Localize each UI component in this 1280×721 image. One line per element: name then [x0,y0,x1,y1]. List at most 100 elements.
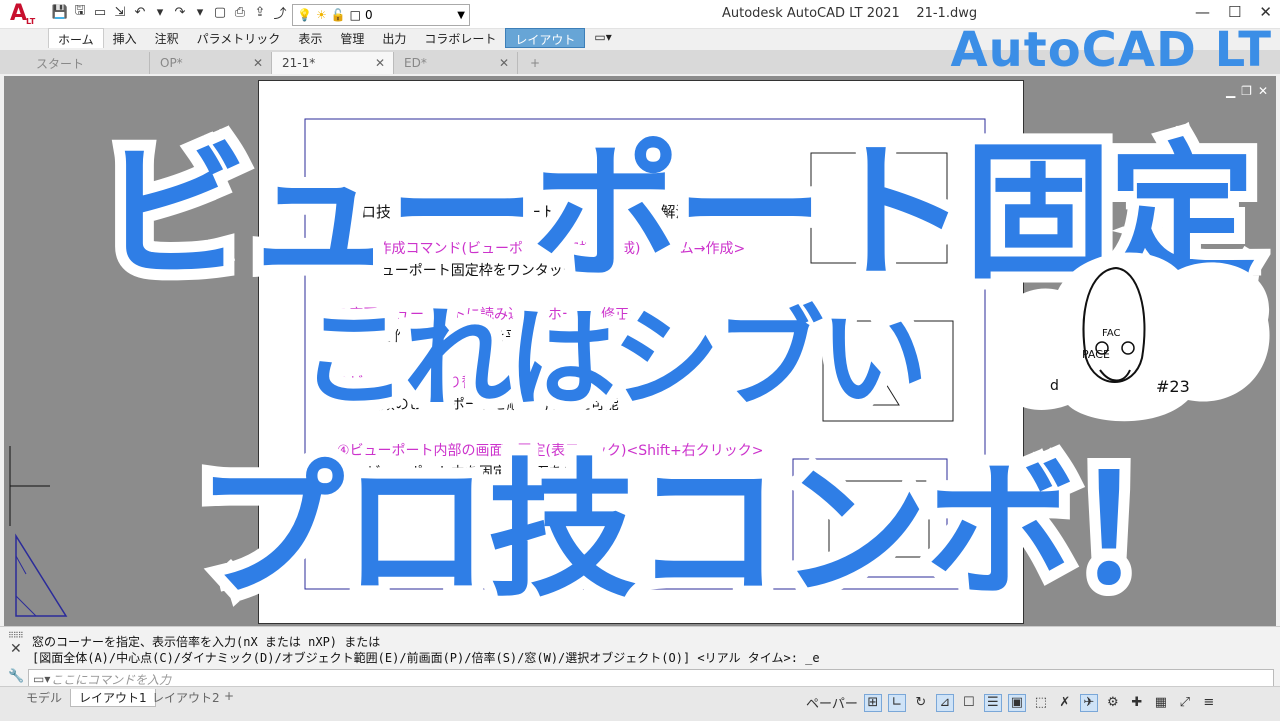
layout-paper[interactable]: 【プロ技コンボ！】ビューポートの固定はこれで解消！ ①境界作成コマンド(ビューポ… [258,80,1024,624]
doc-tab-label: ED* [404,56,427,70]
new-tab-button[interactable]: + [520,52,550,74]
autocad-logo[interactable]: A LT [10,1,38,27]
grid-icon[interactable]: ⊞ [863,693,882,712]
viewport-box [810,152,948,264]
lineweight-icon[interactable]: ☰ [983,693,1002,712]
layer-dropdown[interactable]: 💡 ☀ 🔓 □ 0 ▼ [292,4,470,26]
command-history-line: 窓のコーナーを指定、表示倍率を入力(nX または nXP) または [32,635,381,649]
close-icon[interactable]: ✕ [1258,84,1268,98]
doc-tab-start[interactable]: スタート [26,52,150,74]
plus-icon: + [530,56,541,70]
quick-access-toolbar: 💾 🖫 ▭ ⇲ ↶ ▾ ↷ ▾ ▢ ⎙ ⇪ ⤴ [52,3,288,22]
crosshair-icon[interactable]: ✚ [1128,694,1146,712]
drawing-canvas[interactable]: ▁ ❐ ✕ 【プロ技コンボ！】ビューポートの固定はこれで解消！ ①境界作成コマン… [4,76,1276,626]
annotation-scale-icon[interactable]: ✈ [1079,693,1098,712]
file-name: 21-1.dwg [916,6,978,21]
paper-heading: 【プロ技コンボ！】ビューポートの固定はこれで解消！ [331,203,706,221]
logo-sub: LT [26,17,36,26]
paper-line: ①境界作成コマンド(ビューポート固定枠の作成)<ホーム→作成> [337,241,745,257]
close-icon[interactable]: ✕ [1259,3,1272,21]
tab-manage[interactable]: 管理 [331,28,373,48]
viewport-box [828,480,930,558]
viewport-box [822,320,954,422]
lightbulb-icon: 💡 [297,8,312,22]
doc-tab-ed[interactable]: ED* ✕ [394,52,518,74]
paper-line: ③ビューポート切り替え<CTRL+R> [337,375,570,391]
wrench-icon[interactable]: 🔧 [8,669,24,684]
save-as-icon[interactable]: 🖫 [72,3,88,20]
tab-output[interactable]: 出力 [373,28,415,48]
tab-insert[interactable]: 挿入 [104,28,146,48]
doc-tab-21-1[interactable]: 21-1* ✕ [272,52,394,74]
lock-icon: 🔓 [330,8,346,22]
command-placeholder: ここにコマンドを入力 [51,672,172,687]
command-line: ⠿⠿⠿ ✕ 窓のコーナーを指定、表示倍率を入力(nX または nXP) または … [0,626,1280,689]
grip-icon[interactable]: ⠿⠿⠿ [8,631,24,640]
redo-dropdown-icon[interactable]: ▾ [192,4,208,20]
doc-tab-label: スタート [36,56,85,71]
ribbon-tabs: ホーム 挿入 注釈 パラメトリック 表示 管理 出力 コラボレート レイアウト … [48,28,621,48]
brand-watermark: AutoCAD LT [950,22,1272,78]
prompt-icon[interactable]: ▭▾ [33,672,51,686]
window-controls: — ☐ ✕ [1195,3,1272,21]
polar-icon[interactable]: ↻ [912,694,930,712]
layout-tab-model[interactable]: モデル [18,689,70,706]
menu-icon[interactable]: ≡ [1200,694,1218,712]
osnap-icon[interactable]: ⊿ [935,693,954,712]
object-snap-icon[interactable]: ☐ [960,694,978,712]
print-icon[interactable]: ⎙ [232,4,248,20]
share-icon[interactable]: ⤴ [272,4,288,22]
snap-icon[interactable]: ∟ [887,693,906,712]
status-toolbar: ペーパー ⊞ ∟ ↻ ⊿ ☐ ☰ ▣ ⬚ ✗ ✈ ⚙ ✚ ▦ ⤢ ≡ [806,693,1218,712]
close-icon[interactable]: ✕ [253,56,263,70]
minimize-icon[interactable]: — [1195,3,1210,21]
close-icon[interactable]: ✕ [10,641,22,657]
paper-line: →複数のビューポートを順次切り替え可能 [355,396,619,413]
color-swatch-icon: □ [349,8,362,22]
window-title: Autodesk AutoCAD LT 2021 21-1.dwg [722,6,977,21]
app-title: Autodesk AutoCAD LT 2021 [722,6,900,21]
ribbon-options-icon[interactable]: ▭▾ [585,28,620,48]
maximize-icon[interactable]: ☐ [1228,3,1241,21]
tab-layout[interactable]: レイアウト [505,28,586,48]
viewport-controls: ▁ ❐ ✕ [1226,84,1268,98]
layer-value: 0 [365,8,373,22]
undo-dropdown-icon[interactable]: ▾ [152,4,168,20]
close-icon[interactable]: ✕ [499,56,509,70]
redo-icon[interactable]: ↷ [172,4,188,20]
tab-home[interactable]: ホーム [48,28,104,48]
paper-drawing: 【プロ技コンボ！】ビューポートの固定はこれで解消！ ①境界作成コマンド(ビューポ… [304,118,986,590]
tab-collaborate[interactable]: コラボレート [415,28,505,48]
doc-tab-label: OP* [160,56,183,70]
gear-icon[interactable]: ⚙ [1104,694,1122,712]
chevron-down-icon: ▼ [457,9,465,21]
paper-line: ④ビューポート内部の画面の固定(表示ロック)<Shift+右クリック> [337,443,764,459]
annotation-visibility-icon[interactable]: ✗ [1056,694,1074,712]
minimize-icon[interactable]: ▁ [1226,84,1235,98]
command-history-line: [図面全体(A)/中心点(C)/ダイナミック(D)/オブジェクト範囲(E)/前画… [32,651,820,665]
new-icon[interactable]: ▭ [92,4,108,20]
paper-space-label[interactable]: ペーパー [806,693,858,712]
restore-icon[interactable]: ❐ [1241,84,1252,98]
tab-annotate[interactable]: 注釈 [146,28,188,48]
transparency-icon[interactable]: ▣ [1007,693,1026,712]
tab-parametric[interactable]: パラメトリック [188,28,290,48]
selection-cycling-icon[interactable]: ⬚ [1032,694,1050,712]
triangle-shape [846,362,900,406]
plot-icon[interactable]: ⇪ [252,4,268,20]
layout-tab-layout1[interactable]: レイアウト1 [70,689,156,707]
logo-letter: A [10,1,28,26]
open-icon[interactable]: ▢ [212,4,228,20]
status-bar: モデル レイアウト1 レイアウト2 + ペーパー ⊞ ∟ ↻ ⊿ ☐ ☰ ▣ ⬚… [0,686,1280,721]
add-layout-icon[interactable]: + [216,689,242,703]
tab-view[interactable]: 表示 [289,28,331,48]
ucs-icon [9,446,68,617]
close-icon[interactable]: ✕ [375,56,385,70]
import-icon[interactable]: ⇲ [112,4,128,20]
undo-icon[interactable]: ↶ [132,4,148,20]
doc-tab-op[interactable]: OP* ✕ [150,52,272,74]
fullscreen-icon[interactable]: ⤢ [1176,694,1194,712]
isolate-icon[interactable]: ▦ [1152,694,1170,712]
paper-line: ②変更 ビューポートに読み込み<ホーム→修正> [337,306,641,323]
save-icon[interactable]: 💾 [52,4,68,20]
